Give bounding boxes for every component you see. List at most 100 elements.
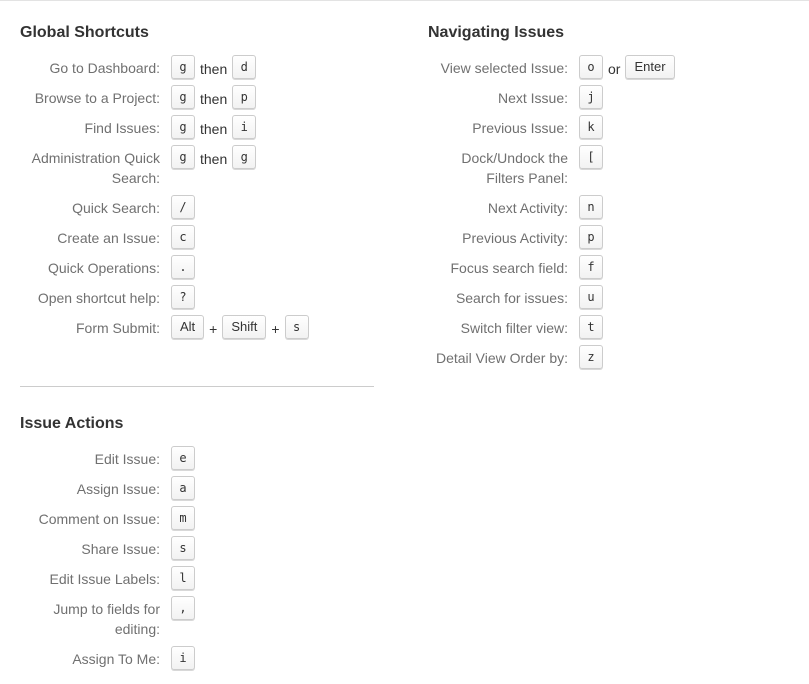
shortcut-label: Browse to a Project: xyxy=(34,90,160,106)
key-k: k xyxy=(579,115,603,139)
key-bracket: [ xyxy=(579,145,603,169)
shortcut-label: Form Submit: xyxy=(75,320,160,336)
key-u: u xyxy=(579,285,603,309)
issue-actions-title: Issue Actions xyxy=(20,415,124,432)
shortcut-row-form-submit: Form Submit: Alt + Shift + s xyxy=(20,313,309,339)
key-g: g xyxy=(171,115,195,139)
shortcut-label: Quick Operations: xyxy=(47,260,160,276)
shortcut-row-previous-issue: Previous Issue: k xyxy=(428,113,675,139)
key-m: m xyxy=(171,506,195,530)
shortcut-row-view-selected: View selected Issue: o or Enter xyxy=(428,53,675,79)
key-l: l xyxy=(171,566,195,590)
navigating-issues-section: Navigating Issues View selected Issue: o… xyxy=(428,23,675,373)
shortcut-label: Share Issue: xyxy=(81,541,160,557)
shortcut-row-next-activity: Next Activity: n xyxy=(428,193,675,219)
shortcut-row-admin-quick-search: Administration Quick Search: g then g xyxy=(20,143,309,189)
shortcut-row-comment-issue: Comment on Issue: m xyxy=(20,504,195,530)
shortcut-row-share-issue: Share Issue: s xyxy=(20,534,195,560)
key-g: g xyxy=(171,145,195,169)
shortcut-label: Previous Issue: xyxy=(472,120,568,136)
top-border xyxy=(0,0,809,1)
global-shortcuts-section: Global Shortcuts Go to Dashboard: g then… xyxy=(20,23,309,343)
shortcut-row-edit-issue: Edit Issue: e xyxy=(20,444,195,470)
then-separator: then xyxy=(200,151,228,167)
key-p: p xyxy=(232,85,257,109)
shortcut-row-dock-filters: Dock/Undock the Filters Panel: [ xyxy=(428,143,675,189)
key-alt: Alt xyxy=(171,315,205,339)
shortcut-label: Edit Issue Labels: xyxy=(49,571,160,587)
global-shortcuts-title: Global Shortcuts xyxy=(20,24,149,41)
key-slash: / xyxy=(171,195,195,219)
key-enter: Enter xyxy=(625,55,675,79)
key-f: f xyxy=(579,255,603,279)
shortcut-label: Create an Issue: xyxy=(57,230,160,246)
navigating-issues-title: Navigating Issues xyxy=(428,24,565,41)
shortcut-row-open-help: Open shortcut help: ? xyxy=(20,283,309,309)
shortcut-row-quick-search: Quick Search: / xyxy=(20,193,309,219)
shortcut-label: Edit Issue: xyxy=(94,451,160,467)
shortcut-label: Switch filter view: xyxy=(460,320,568,336)
key-shift: Shift xyxy=(222,315,267,339)
or-separator: or xyxy=(608,61,621,77)
shortcut-row-previous-activity: Previous Activity: p xyxy=(428,223,675,249)
then-separator: then xyxy=(200,91,228,107)
key-g: g xyxy=(232,145,257,169)
key-e: e xyxy=(171,446,195,470)
key-i: i xyxy=(171,646,195,670)
shortcut-row-detail-view-order: Detail View Order by: z xyxy=(428,343,675,369)
shortcut-row-find-issues: Find Issues: g then i xyxy=(20,113,309,139)
shortcut-label: Assign To Me: xyxy=(72,651,160,667)
shortcut-row-focus-search: Focus search field: f xyxy=(428,253,675,279)
shortcut-label: Administration Quick Search: xyxy=(31,150,160,186)
key-d: d xyxy=(232,55,257,79)
key-t: t xyxy=(579,315,603,339)
key-p: p xyxy=(579,225,603,249)
shortcut-row-quick-operations: Quick Operations: . xyxy=(20,253,309,279)
plus-separator: + xyxy=(271,321,280,337)
shortcut-row-assign-issue: Assign Issue: a xyxy=(20,474,195,500)
shortcut-row-jump-fields: Jump to fields for editing: , xyxy=(20,594,195,640)
shortcut-row-switch-filter-view: Switch filter view: t xyxy=(428,313,675,339)
shortcut-label: Dock/Undock the Filters Panel: xyxy=(461,150,568,186)
shortcut-label: Open shortcut help: xyxy=(37,290,160,306)
shortcut-label: Assign Issue: xyxy=(76,481,160,497)
shortcut-row-browse-project: Browse to a Project: g then p xyxy=(20,83,309,109)
key-s: s xyxy=(171,536,195,560)
key-question: ? xyxy=(171,285,195,309)
section-divider xyxy=(20,386,374,387)
shortcut-label: Next Activity: xyxy=(487,200,568,216)
shortcut-row-go-to-dashboard: Go to Dashboard: g then d xyxy=(20,53,309,79)
shortcut-label: View selected Issue: xyxy=(440,60,568,76)
key-g: g xyxy=(171,85,195,109)
shortcut-label: Next Issue: xyxy=(497,90,568,106)
key-c: c xyxy=(171,225,195,249)
shortcut-label: Comment on Issue: xyxy=(38,511,160,527)
shortcut-label: Focus search field: xyxy=(450,260,569,276)
shortcut-label: Detail View Order by: xyxy=(435,350,568,366)
shortcut-row-search-issues: Search for issues: u xyxy=(428,283,675,309)
plus-separator: + xyxy=(209,321,218,337)
key-j: j xyxy=(579,85,603,109)
key-i: i xyxy=(232,115,257,139)
shortcut-label: Quick Search: xyxy=(72,200,160,216)
shortcut-label: Find Issues: xyxy=(84,120,160,136)
key-z: z xyxy=(579,345,603,369)
shortcut-label: Previous Activity: xyxy=(462,230,568,246)
key-a: a xyxy=(171,476,195,500)
shortcut-row-create-issue: Create an Issue: c xyxy=(20,223,309,249)
shortcut-row-edit-labels: Edit Issue Labels: l xyxy=(20,564,195,590)
shortcut-label: Go to Dashboard: xyxy=(49,60,160,76)
then-separator: then xyxy=(200,61,228,77)
key-comma: , xyxy=(171,596,195,620)
key-n: n xyxy=(579,195,603,219)
key-period: . xyxy=(171,255,195,279)
key-s: s xyxy=(284,315,309,339)
issue-actions-section: Issue Actions Edit Issue: e Assign Issue… xyxy=(20,414,195,674)
shortcut-row-next-issue: Next Issue: j xyxy=(428,83,675,109)
key-o: o xyxy=(579,55,603,79)
shortcut-label: Jump to fields for editing: xyxy=(53,601,160,637)
shortcut-label: Search for issues: xyxy=(455,290,568,306)
key-g: g xyxy=(171,55,195,79)
shortcut-row-assign-to-me: Assign To Me: i xyxy=(20,644,195,670)
then-separator: then xyxy=(200,121,228,137)
